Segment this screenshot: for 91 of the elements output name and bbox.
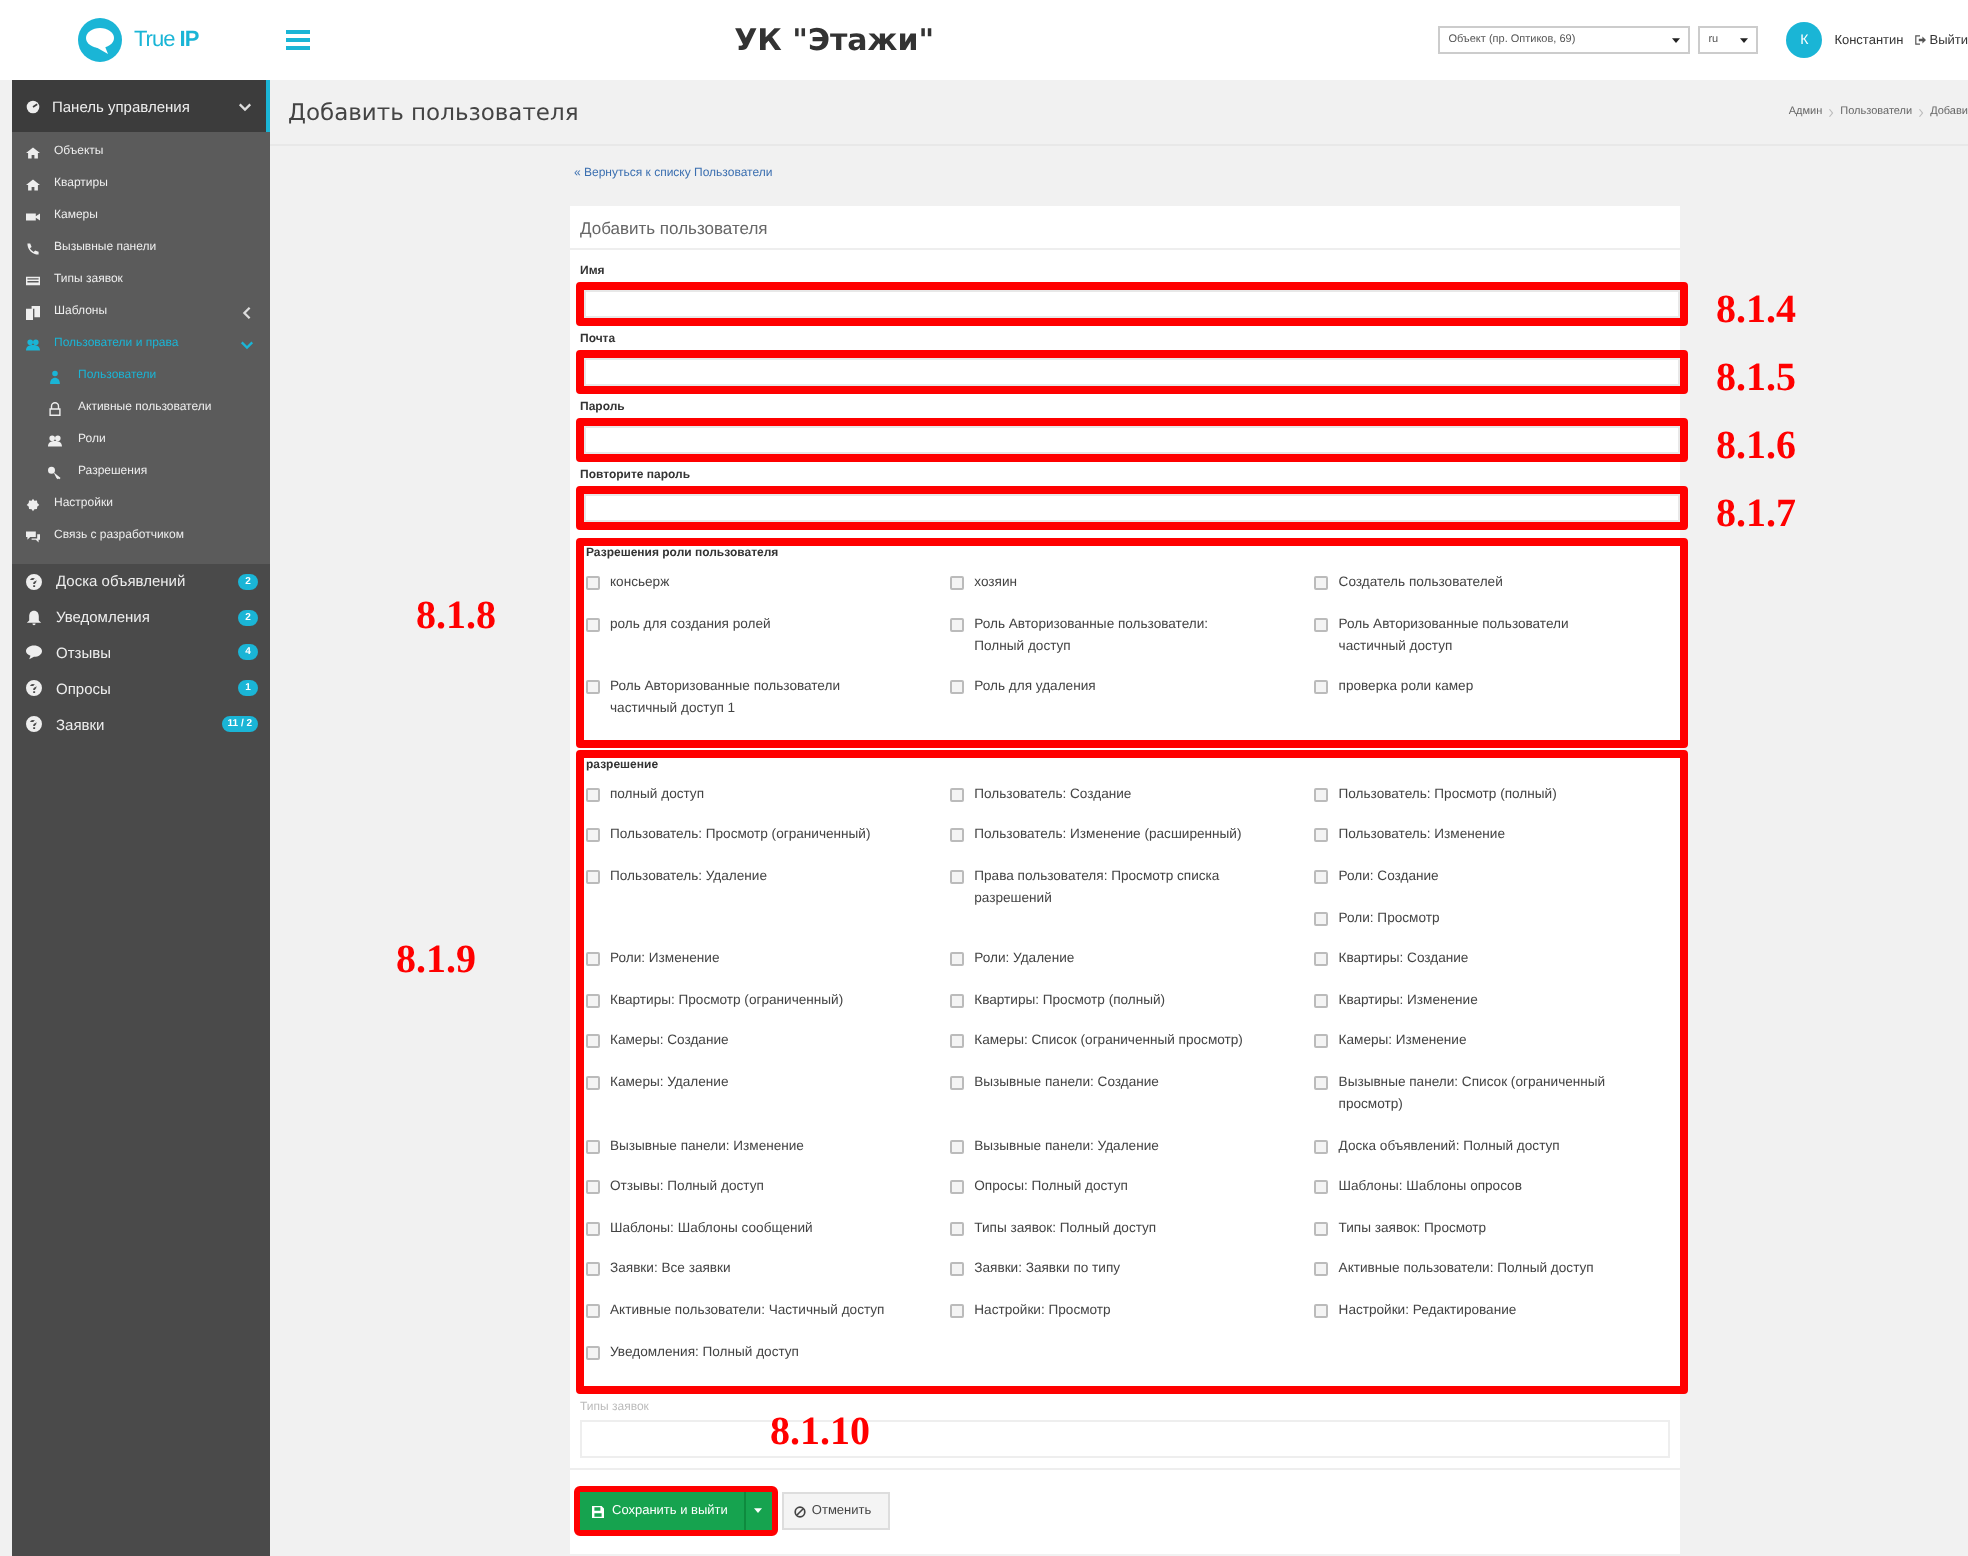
- form-title: Добавить пользователя: [570, 206, 1680, 250]
- annotation-label: 8.1.8: [416, 594, 496, 640]
- checkbox[interactable]: [586, 576, 600, 590]
- annotation-label: 8.1.4: [1716, 288, 1796, 334]
- logo-text: True IP: [134, 28, 199, 52]
- checkbox[interactable]: [950, 952, 965, 967]
- lock-icon: [48, 401, 62, 415]
- checkbox[interactable]: [950, 993, 965, 1008]
- bell-icon: [26, 609, 42, 626]
- checkbox[interactable]: [586, 1139, 600, 1154]
- annotation-label: 8.1.10: [770, 1410, 870, 1457]
- checkbox[interactable]: [950, 1034, 965, 1049]
- checkbox[interactable]: [586, 828, 600, 843]
- dropdown-button[interactable]: [745, 1492, 772, 1531]
- checkbox[interactable]: [1314, 828, 1329, 843]
- logo-icon: [76, 16, 124, 64]
- checkbox[interactable]: [950, 869, 965, 884]
- checkbox[interactable]: [1314, 1075, 1329, 1090]
- docs-icon: [26, 305, 40, 319]
- checkbox[interactable]: [586, 1345, 600, 1359]
- checkbox[interactable]: [586, 1303, 600, 1318]
- checkbox[interactable]: [586, 993, 600, 1008]
- checkbox[interactable]: [586, 1180, 600, 1195]
- checkbox[interactable]: [950, 1075, 965, 1090]
- chat-icon: [26, 529, 40, 543]
- checkbox[interactable]: [950, 680, 965, 695]
- input-field[interactable]: [584, 290, 1680, 318]
- input-field[interactable]: [584, 358, 1680, 386]
- checkbox[interactable]: [950, 1303, 965, 1318]
- checkbox[interactable]: [950, 1139, 965, 1154]
- checkbox[interactable]: [586, 869, 600, 884]
- question-icon: [26, 573, 42, 590]
- annotation-label: 8.1.6: [1716, 424, 1796, 470]
- users-icon: [48, 433, 62, 447]
- house-icon: [26, 145, 40, 159]
- checkbox[interactable]: [1314, 1303, 1329, 1318]
- app-title: УК "Этажи": [734, 22, 935, 58]
- checkbox[interactable]: [1314, 952, 1329, 967]
- breadcrumb-separator: [1828, 107, 1835, 117]
- breadcrumb-separator: [1918, 107, 1925, 117]
- annotation-label: 8.1.5: [1716, 356, 1796, 402]
- caret-icon: [754, 1508, 763, 1515]
- annotation-label: 8.1.9: [396, 937, 476, 984]
- ban-icon: [793, 1505, 806, 1518]
- checkbox[interactable]: [1314, 1180, 1329, 1195]
- checkbox[interactable]: [1314, 1139, 1329, 1154]
- checkbox[interactable]: [950, 1221, 965, 1236]
- checkbox[interactable]: [586, 1221, 600, 1236]
- checkbox[interactable]: [950, 617, 965, 632]
- input-field[interactable]: [584, 426, 1680, 454]
- checkbox[interactable]: [1314, 1034, 1329, 1049]
- checkbox[interactable]: [950, 576, 965, 590]
- checkbox[interactable]: [586, 952, 600, 967]
- gear-icon: [26, 497, 40, 511]
- checkbox[interactable]: [1314, 869, 1329, 884]
- user-icon: [48, 369, 62, 383]
- users-icon: [26, 337, 40, 351]
- key-icon: [48, 465, 62, 479]
- checkbox[interactable]: [1314, 617, 1329, 632]
- checkbox[interactable]: [586, 1034, 600, 1049]
- caret-icon: [1740, 37, 1749, 43]
- checkbox[interactable]: [1314, 1262, 1329, 1277]
- checkbox[interactable]: [950, 1262, 965, 1277]
- dashboard-icon: [26, 99, 40, 113]
- checkbox[interactable]: [586, 680, 600, 695]
- question-icon: [26, 680, 42, 697]
- checkbox[interactable]: [950, 828, 965, 843]
- checkbox[interactable]: [586, 1262, 600, 1277]
- logout-icon[interactable]: [1913, 34, 1926, 46]
- checkbox[interactable]: [1314, 680, 1329, 695]
- checkbox[interactable]: [586, 787, 600, 802]
- checkbox[interactable]: [586, 1075, 600, 1090]
- checkbox[interactable]: [586, 617, 600, 632]
- checkbox[interactable]: [1314, 1221, 1329, 1236]
- house-icon: [26, 177, 40, 191]
- caret-icon: [1672, 37, 1681, 43]
- camera-icon: [26, 209, 40, 223]
- checkbox[interactable]: [1314, 576, 1329, 590]
- menu-icon[interactable]: [286, 30, 310, 50]
- input-field[interactable]: [584, 494, 1680, 522]
- question-icon: [26, 716, 42, 733]
- checkbox[interactable]: [1314, 787, 1329, 802]
- chat-icon: [26, 644, 42, 661]
- checkbox[interactable]: [950, 1180, 965, 1195]
- checkbox[interactable]: [1314, 911, 1329, 926]
- checkbox[interactable]: [950, 787, 965, 802]
- page-title: Добавить пользователя: [288, 98, 581, 126]
- annotation-label: 8.1.7: [1716, 492, 1796, 538]
- list-icon: [26, 273, 40, 287]
- checkbox[interactable]: [1314, 993, 1329, 1008]
- phone-icon: [26, 241, 40, 255]
